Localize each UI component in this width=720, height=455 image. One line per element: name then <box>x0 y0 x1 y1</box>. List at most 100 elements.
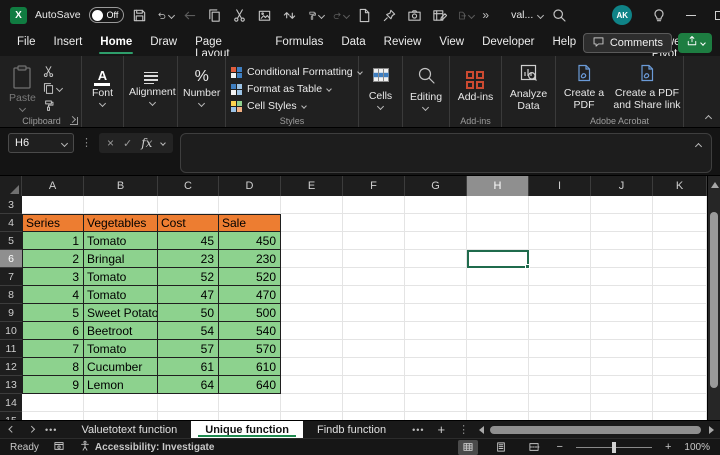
cell-j9[interactable] <box>591 304 653 322</box>
cell-g14[interactable] <box>405 394 467 412</box>
cell-d9[interactable]: 500 <box>219 304 281 322</box>
cell-g8[interactable] <box>405 286 467 304</box>
cells-button[interactable]: Cells <box>369 66 392 108</box>
cell-h5[interactable] <box>467 232 529 250</box>
cell-e14[interactable] <box>281 394 343 412</box>
tab-developer[interactable]: Developer <box>473 30 543 56</box>
cell-e6[interactable] <box>281 250 343 268</box>
zoom-slider-thumb[interactable] <box>612 442 616 453</box>
cell-g6[interactable] <box>405 250 467 268</box>
row-header-6[interactable]: 6 <box>0 250 22 268</box>
analyze-data-button[interactable]: Analyze Data <box>507 63 550 112</box>
page-break-view-button[interactable] <box>524 440 544 455</box>
previous-sheet-icon[interactable] <box>9 426 15 432</box>
horizontal-scroll-thumb[interactable] <box>490 426 701 434</box>
screenshot-icon[interactable] <box>407 7 424 24</box>
cell-f8[interactable] <box>343 286 405 304</box>
cell-b15[interactable] <box>84 412 158 420</box>
new-file-icon[interactable] <box>357 7 374 24</box>
column-header-j[interactable]: J <box>591 176 653 196</box>
addins-button[interactable]: Add-ins <box>458 71 494 103</box>
column-header-g[interactable]: G <box>405 176 467 196</box>
alignment-button[interactable]: Alignment <box>129 70 176 105</box>
cell-j15[interactable] <box>591 412 653 420</box>
paste-button[interactable]: Paste <box>9 61 36 114</box>
column-header-e[interactable]: E <box>281 176 343 196</box>
cell-h4[interactable] <box>467 214 529 232</box>
cell-h13[interactable] <box>467 376 529 394</box>
undo-icon[interactable] <box>157 7 174 24</box>
row-header-10[interactable]: 10 <box>0 322 22 340</box>
cell-b14[interactable] <box>84 394 158 412</box>
row-header-4[interactable]: 4 <box>0 214 22 232</box>
accessibility-status[interactable]: Accessibility: Investigate <box>79 440 215 455</box>
add-sheet-button[interactable]: + <box>438 423 446 436</box>
format-painter-button[interactable] <box>42 98 62 112</box>
cell-k3[interactable] <box>653 196 707 214</box>
cell-b8[interactable]: Tomato <box>84 286 158 304</box>
cell-a15[interactable] <box>22 412 84 420</box>
cell-a8[interactable]: 4 <box>22 286 84 304</box>
cell-b9[interactable]: Sweet Potato <box>84 304 158 322</box>
row-header-9[interactable]: 9 <box>0 304 22 322</box>
collapse-ribbon-button[interactable] <box>705 115 712 122</box>
cell-e4[interactable] <box>281 214 343 232</box>
name-box[interactable]: H6 <box>8 133 74 153</box>
cell-h12[interactable] <box>467 358 529 376</box>
cell-e15[interactable] <box>281 412 343 420</box>
cell-b3[interactable] <box>84 196 158 214</box>
cell-g15[interactable] <box>405 412 467 420</box>
editing-button[interactable]: Editing <box>410 65 442 109</box>
cell-h14[interactable] <box>467 394 529 412</box>
column-header-f[interactable]: F <box>343 176 405 196</box>
fill-handle[interactable] <box>525 264 530 269</box>
column-header-h[interactable]: H <box>467 176 529 196</box>
tab-formulas[interactable]: Formulas <box>266 30 332 56</box>
more-sheets-right-button[interactable]: ••• <box>412 425 424 435</box>
scroll-left-icon[interactable] <box>479 426 484 434</box>
row-header-3[interactable]: 3 <box>0 196 22 214</box>
tab-view[interactable]: View <box>430 30 473 56</box>
format-painter-icon[interactable] <box>307 7 324 24</box>
cell-i10[interactable] <box>529 322 591 340</box>
cell-d12[interactable]: 610 <box>219 358 281 376</box>
cell-k11[interactable] <box>653 340 707 358</box>
cell-j12[interactable] <box>591 358 653 376</box>
more-sheets-left-button[interactable]: ••• <box>45 425 57 435</box>
cell-a14[interactable] <box>22 394 84 412</box>
cell-f13[interactable] <box>343 376 405 394</box>
sheet-tab-valuetotext-function[interactable]: Valuetotext function <box>67 421 191 438</box>
cell-j6[interactable] <box>591 250 653 268</box>
cell-h9[interactable] <box>467 304 529 322</box>
column-header-c[interactable]: C <box>158 176 219 196</box>
column-header-a[interactable]: A <box>22 176 84 196</box>
cell-k15[interactable] <box>653 412 707 420</box>
tab-file[interactable]: File <box>8 30 45 56</box>
pin-icon[interactable] <box>382 7 399 24</box>
cell-c4[interactable]: Cost <box>158 214 219 232</box>
selected-cell-outline[interactable] <box>467 250 529 268</box>
cell-e11[interactable] <box>281 340 343 358</box>
cell-b12[interactable]: Cucumber <box>84 358 158 376</box>
cell-styles-button[interactable]: Cell Styles <box>231 98 362 114</box>
sheet-tab-unique-function[interactable]: Unique function <box>191 421 303 438</box>
cell-j13[interactable] <box>591 376 653 394</box>
cell-c5[interactable]: 45 <box>158 232 219 250</box>
cell-d6[interactable]: 230 <box>219 250 281 268</box>
tab-home[interactable]: Home <box>91 30 141 56</box>
cell-g4[interactable] <box>405 214 467 232</box>
number-button[interactable]: % Number <box>183 69 220 106</box>
cell-i7[interactable] <box>529 268 591 286</box>
cell-i3[interactable] <box>529 196 591 214</box>
insert-function-icon[interactable]: fx <box>141 136 152 150</box>
tab-data[interactable]: Data <box>332 30 374 56</box>
cell-c10[interactable]: 54 <box>158 322 219 340</box>
cell-f3[interactable] <box>343 196 405 214</box>
avatar[interactable]: AK <box>612 5 632 25</box>
cell-h10[interactable] <box>467 322 529 340</box>
cell-a10[interactable]: 6 <box>22 322 84 340</box>
sheet-edit-icon[interactable] <box>432 7 449 24</box>
cell-g13[interactable] <box>405 376 467 394</box>
sheet-options-button[interactable]: ⋮ <box>458 420 469 440</box>
vertical-scrollbar[interactable] <box>707 176 720 420</box>
